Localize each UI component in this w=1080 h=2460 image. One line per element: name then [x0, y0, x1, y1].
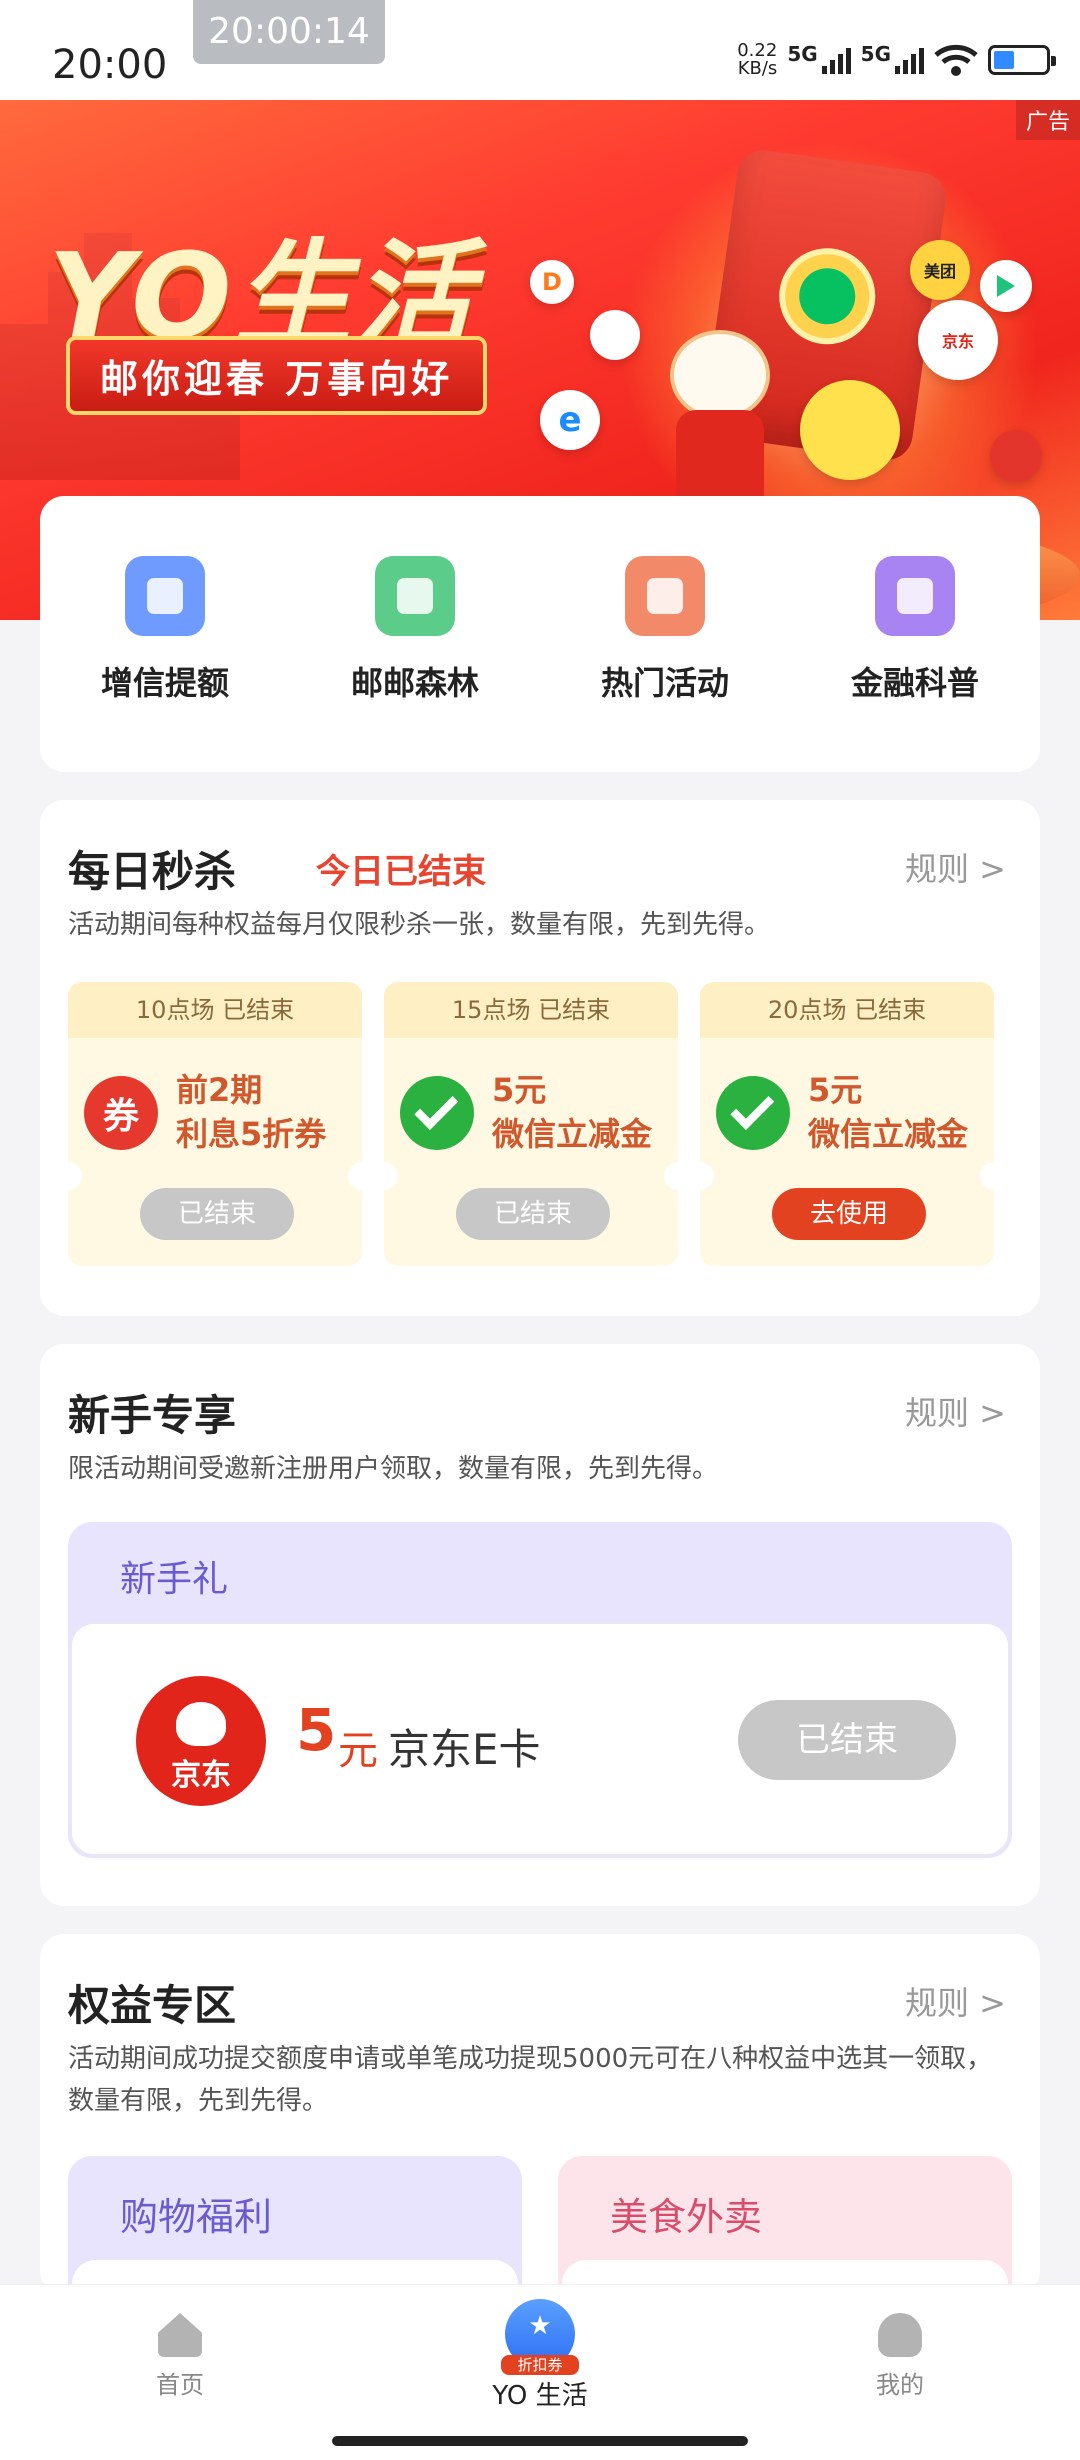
shopping-benefits-box[interactable]: 购物福利	[68, 2156, 522, 2320]
quick-item-forest[interactable]: 邮邮森林	[315, 556, 515, 704]
session-label: 20点场 已结束	[700, 982, 994, 1038]
flash-sale-status: 今日已结束	[316, 852, 486, 892]
quick-item-credit[interactable]: 增信提额	[65, 556, 265, 704]
cloud-co2-icon	[375, 556, 455, 636]
session-label: 10点场 已结束	[68, 982, 362, 1038]
banner-slogan: 邮你迎春 万事向好	[66, 336, 488, 415]
offer-name: 京东E卡	[388, 1725, 541, 1774]
flash-item[interactable]: 10点场 已结束 券 前2期 利息5折券 已结束	[68, 982, 362, 1266]
jd-card-offer[interactable]: 京东 5 元 京东E卡 已结束	[70, 1622, 1010, 1856]
wechat-check-icon	[716, 1076, 790, 1150]
home-icon	[158, 2313, 202, 2357]
discount-badge: 折扣券	[501, 2355, 579, 2375]
use-button[interactable]: 去使用	[772, 1188, 926, 1240]
tab-label: 首页	[156, 2371, 204, 2399]
signal-icon-2	[895, 46, 924, 74]
discount-bag-icon: 折扣券	[501, 2299, 579, 2375]
netease-music-icon	[990, 430, 1042, 482]
item-line2: 微信立减金	[492, 1115, 653, 1153]
ended-button[interactable]: 已结束	[456, 1188, 610, 1240]
yo-logo-bubble	[800, 380, 900, 480]
tab-me[interactable]: 我的	[800, 2313, 1000, 2400]
signal-icon	[821, 46, 851, 74]
rules-link[interactable]: 规则 >	[905, 1978, 1006, 2024]
battery-icon	[988, 45, 1056, 75]
quick-menu-card: 增信提额 邮邮森林 热门活动 金融科普	[40, 496, 1040, 772]
item-line2: 微信立减金	[808, 1115, 969, 1153]
box-title: 购物福利	[120, 2195, 273, 2239]
status-bar: 20:00 20:00:14 0.22 KB/s 5G 5G	[0, 0, 1080, 100]
section-desc: 活动期间成功提交额度申请或单笔成功提现5000元可在八种权益中选其一领取，数量有…	[68, 2044, 993, 2116]
ended-button[interactable]: 已结束	[738, 1700, 956, 1780]
eleme-icon: e	[540, 390, 600, 450]
item-line1: 前2期	[176, 1071, 263, 1109]
rights-section: 权益专区 规则 > 活动期间成功提交额度申请或单笔成功提现5000元可在八种权益…	[40, 1934, 1040, 2320]
wechat-check-icon	[400, 1076, 474, 1150]
network-type-label: 5G	[787, 42, 818, 66]
coupon-icon: 券	[84, 1076, 158, 1150]
jd-logo-icon: 京东	[136, 1676, 266, 1806]
section-title: 权益专区	[68, 1981, 237, 2030]
network-type-label-2: 5G	[860, 42, 891, 66]
home-indicator[interactable]	[332, 2436, 748, 2446]
bookmark-star-icon	[625, 556, 705, 636]
mascot-illustration	[660, 330, 780, 520]
section-desc: 活动期间每种权益每月仅限秒杀一张，数量有限，先到先得。	[68, 910, 771, 940]
status-time: 20:00	[52, 42, 168, 88]
flash-item[interactable]: 20点场 已结束 5元 微信立减金 去使用	[700, 982, 994, 1266]
box-title: 美食外卖	[610, 2195, 763, 2239]
section-desc: 限活动期间受邀新注册用户领取，数量有限，先到先得。	[68, 1454, 719, 1484]
tab-label: YO 生活	[492, 2381, 588, 2411]
offer-amount: 5	[296, 1696, 337, 1764]
status-icons: 0.22 KB/s 5G 5G	[727, 40, 1056, 79]
flash-item[interactable]: 15点场 已结束 5元 微信立减金 已结束	[384, 982, 678, 1266]
jd-bubble: 京东	[918, 300, 998, 380]
newbie-gift-title: 新手礼	[120, 1559, 229, 1600]
ad-tag: 广告	[1015, 100, 1080, 140]
offer-unit: 元	[338, 1728, 378, 1774]
tab-yo-life[interactable]: 折扣券 YO 生活	[440, 2299, 640, 2412]
forest-icon	[590, 310, 640, 360]
tab-home[interactable]: 首页	[80, 2313, 280, 2400]
wallet-icon	[125, 556, 205, 636]
wifi-icon	[934, 44, 978, 76]
didi-icon: D	[530, 260, 574, 304]
newbie-gift-box: 新手礼 京东 5 元 京东E卡 已结束	[68, 1522, 1012, 1858]
quick-item-events[interactable]: 热门活动	[565, 556, 765, 704]
document-search-icon	[875, 556, 955, 636]
ended-button[interactable]: 已结束	[140, 1188, 294, 1240]
item-line1: 5元	[808, 1071, 863, 1109]
flash-sale-section: 每日秒杀 今日已结束 规则 > 活动期间每种权益每月仅限秒杀一张，数量有限，先到…	[40, 800, 1040, 1316]
section-title: 新手专享	[68, 1391, 237, 1440]
food-delivery-box[interactable]: 美食外卖	[558, 2156, 1012, 2320]
session-label: 15点场 已结束	[384, 982, 678, 1038]
rules-link[interactable]: 规则 >	[905, 844, 1006, 890]
rules-link[interactable]: 规则 >	[905, 1388, 1006, 1434]
clock-overlay: 20:00:14	[193, 0, 385, 64]
user-icon	[878, 2313, 922, 2357]
section-title: 每日秒杀	[68, 847, 237, 896]
item-line1: 5元	[492, 1071, 547, 1109]
item-line2: 利息5折券	[176, 1115, 327, 1153]
bottom-tab-bar: 首页 折扣券 YO 生活 我的	[0, 2284, 1080, 2460]
network-speed: 0.22 KB/s	[737, 40, 778, 79]
tab-label: 我的	[876, 2371, 924, 2399]
quick-item-finance[interactable]: 金融科普	[815, 556, 1015, 704]
newbie-section: 新手专享 规则 > 限活动期间受邀新注册用户领取，数量有限，先到先得。 新手礼 …	[40, 1344, 1040, 1906]
play-icon	[980, 260, 1032, 312]
meituan-bubble: 美团	[910, 240, 970, 300]
